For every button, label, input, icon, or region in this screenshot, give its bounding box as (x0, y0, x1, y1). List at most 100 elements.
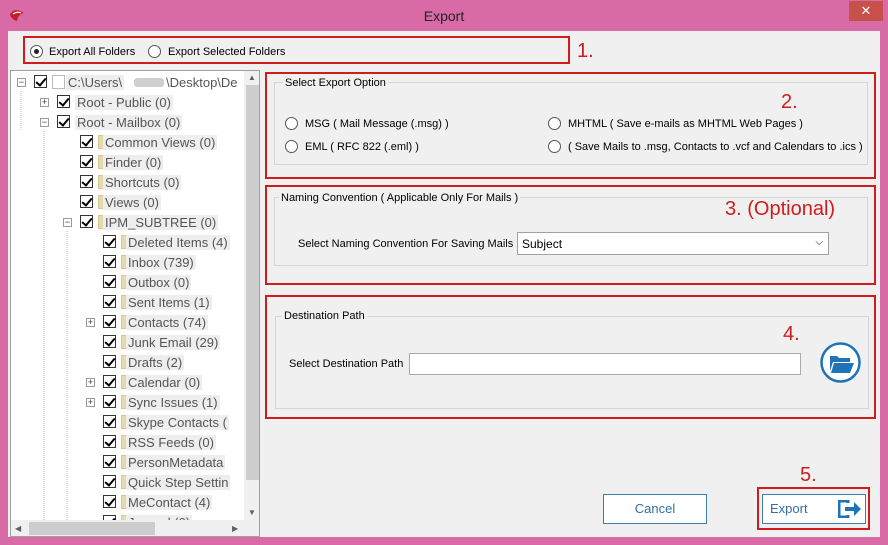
folder-tree[interactable]: − C:\Users\ \Desktop\De + Root - Public (0) −… (10, 70, 260, 537)
tree-checkbox[interactable] (57, 95, 70, 108)
tree-node[interactable]: Inbox (739) (11, 253, 243, 272)
tree-node[interactable]: PersonMetadata (11, 453, 243, 472)
browse-folder-icon[interactable] (820, 342, 861, 383)
tree-node[interactable]: Finder (0) (11, 153, 243, 172)
tree-checkbox[interactable] (34, 75, 47, 88)
tree-checkbox[interactable] (103, 415, 116, 428)
tree-node-label[interactable]: Contacts (74) (126, 315, 209, 330)
tree-node-label[interactable]: C:\Users\ (66, 75, 125, 90)
tree-node-label[interactable]: Finder (0) (103, 155, 164, 170)
tree-node[interactable]: Junk Email (29) (11, 333, 243, 352)
tree-node-label[interactable]: Calendar (0) (126, 375, 203, 390)
tree-node-label[interactable]: Inbox (739) (126, 255, 196, 270)
scroll-right-arrow-icon[interactable]: ▶ (232, 524, 238, 533)
tree-checkbox[interactable] (103, 295, 116, 308)
tree-node[interactable]: Shortcuts (0) (11, 173, 243, 192)
mixed-format-radio[interactable] (548, 140, 561, 153)
cancel-button[interactable]: Cancel (603, 494, 707, 524)
tree-vertical-scrollbar[interactable]: ▲ ▼ (244, 71, 259, 520)
export-selected-label[interactable]: Export Selected Folders (168, 46, 285, 58)
tree-node[interactable]: + Sync Issues (1) (11, 393, 243, 412)
msg-format-radio[interactable] (285, 117, 298, 130)
scroll-down-arrow-icon[interactable]: ▼ (248, 508, 256, 517)
tree-node-label[interactable]: Deleted Items (4) (126, 235, 230, 250)
tree-checkbox[interactable] (103, 475, 116, 488)
tree-node-label[interactable]: Outbox (0) (126, 275, 192, 290)
tree-node-label[interactable]: Skype Contacts ( (126, 415, 229, 430)
mixed-format-label[interactable]: ( Save Mails to .msg, Contacts to .vcf a… (568, 141, 863, 153)
msg-format-label[interactable]: MSG ( Mail Message (.msg) ) (305, 118, 449, 130)
tree-node-label[interactable]: MeContact (4) (126, 495, 213, 510)
tree-checkbox[interactable] (103, 275, 116, 288)
tree-node[interactable]: − IPM_SUBTREE (0) (11, 213, 243, 232)
tree-checkbox[interactable] (103, 335, 116, 348)
tree-node[interactable]: + Contacts (74) (11, 313, 243, 332)
tree-node[interactable]: + Calendar (0) (11, 373, 243, 392)
mhtml-format-label[interactable]: MHTML ( Save e-mails as MHTML Web Pages … (568, 118, 803, 130)
expand-icon[interactable]: + (86, 378, 95, 387)
tree-node-label[interactable]: PersonMetadata (126, 455, 226, 470)
tree-checkbox[interactable] (103, 395, 116, 408)
tree-node[interactable]: Common Views (0) (11, 133, 243, 152)
chevron-down-icon[interactable]: ⌵ (815, 237, 823, 248)
expand-icon[interactable]: + (86, 318, 95, 327)
export-all-label[interactable]: Export All Folders (49, 46, 135, 58)
tree-node[interactable]: Views (0) (11, 193, 243, 212)
tree-node-label[interactable]: Common Views (0) (103, 135, 218, 150)
collapse-icon[interactable]: − (63, 218, 72, 227)
collapse-icon[interactable]: − (17, 78, 26, 87)
tree-horizontal-scroll-thumb[interactable] (29, 522, 155, 535)
tree-checkbox[interactable] (103, 255, 116, 268)
tree-node[interactable]: − C:\Users\ \Desktop\De (11, 73, 243, 92)
tree-node-label[interactable]: Sent Items (1) (126, 295, 212, 310)
naming-convention-select[interactable]: Subject ⌵ (517, 232, 829, 255)
tree-checkbox[interactable] (103, 235, 116, 248)
expand-icon[interactable]: + (40, 98, 49, 107)
scroll-left-arrow-icon[interactable]: ◀ (15, 524, 21, 533)
destination-path-input[interactable] (409, 353, 801, 375)
tree-checkbox[interactable] (80, 135, 93, 148)
tree-checkbox[interactable] (103, 375, 116, 388)
tree-node-label[interactable]: Sync Issues (1) (126, 395, 220, 410)
tree-vertical-scroll-thumb[interactable] (246, 85, 259, 480)
export-all-radio[interactable] (30, 45, 43, 58)
export-button[interactable]: Export (762, 494, 866, 524)
export-selected-radio[interactable] (148, 45, 161, 58)
tree-checkbox[interactable] (80, 155, 93, 168)
tree-node-label[interactable]: Quick Step Settin (126, 475, 231, 490)
tree-node-label[interactable]: Root - Public (0) (75, 95, 173, 110)
tree-checkbox[interactable] (80, 215, 93, 228)
tree-node[interactable]: Drafts (2) (11, 353, 243, 372)
expand-icon[interactable]: + (86, 398, 95, 407)
tree-checkbox[interactable] (103, 495, 116, 508)
tree-node-label[interactable]: Drafts (2) (126, 355, 185, 370)
tree-node[interactable]: − Root - Mailbox (0) (11, 113, 243, 132)
tree-node[interactable]: MeContact (4) (11, 493, 243, 512)
tree-node[interactable]: Quick Step Settin (11, 473, 243, 492)
tree-node[interactable]: + Root - Public (0) (11, 93, 243, 112)
tree-checkbox[interactable] (103, 455, 116, 468)
tree-checkbox[interactable] (103, 315, 116, 328)
tree-node[interactable]: Sent Items (1) (11, 293, 243, 312)
tree-node-label[interactable]: Views (0) (103, 195, 161, 210)
tree-node[interactable]: Outbox (0) (11, 273, 243, 292)
tree-checkbox[interactable] (103, 435, 116, 448)
mhtml-format-radio[interactable] (548, 117, 561, 130)
tree-checkbox[interactable] (103, 355, 116, 368)
tree-node-label[interactable]: Junk Email (29) (126, 335, 221, 350)
tree-node-label[interactable]: RSS Feeds (0) (126, 435, 216, 450)
tree-node-label[interactable]: Root - Mailbox (0) (75, 115, 183, 130)
collapse-icon[interactable]: − (40, 118, 49, 127)
tree-node[interactable]: Skype Contacts ( (11, 413, 243, 432)
tree-horizontal-scrollbar[interactable]: ◀ ▶ (11, 520, 259, 536)
tree-node-label[interactable]: Shortcuts (0) (103, 175, 182, 190)
tree-node[interactable]: Deleted Items (4) (11, 233, 243, 252)
eml-format-label[interactable]: EML ( RFC 822 (.eml) ) (305, 141, 419, 153)
close-button[interactable]: ✕ (849, 1, 883, 21)
tree-checkbox[interactable] (80, 175, 93, 188)
tree-checkbox[interactable] (57, 115, 70, 128)
scroll-up-arrow-icon[interactable]: ▲ (248, 73, 256, 82)
tree-node[interactable]: RSS Feeds (0) (11, 433, 243, 452)
eml-format-radio[interactable] (285, 140, 298, 153)
tree-checkbox[interactable] (80, 195, 93, 208)
